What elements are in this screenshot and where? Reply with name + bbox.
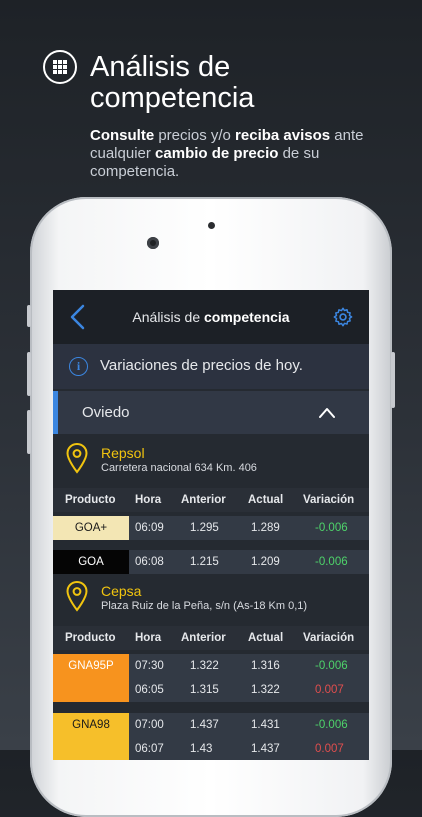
cell-hora: 06:07	[135, 743, 164, 755]
table-row[interactable]: GOA 06:08 1.215 1.209 -0.006	[53, 550, 369, 574]
earpiece	[208, 222, 215, 229]
city-label: Oviedo	[82, 404, 130, 421]
page-subtitle: Consulte precios y/o reciba avisos ante …	[90, 127, 390, 181]
map-pin-icon	[66, 442, 88, 474]
station-name: Cepsa	[101, 583, 142, 599]
column-header: Producto	[65, 632, 116, 644]
map-pin-icon	[66, 580, 88, 612]
info-icon: i	[69, 357, 88, 376]
cell-variacion: -0.006	[315, 719, 348, 731]
city-accent-bar	[53, 391, 58, 434]
column-header: Anterior	[181, 494, 226, 506]
nav-title: Análisis de competencia	[132, 309, 290, 325]
column-header: Actual	[248, 632, 284, 644]
cell-actual: 1.431	[251, 719, 280, 731]
product-badge	[53, 678, 129, 702]
column-header: Variación	[303, 632, 355, 644]
volume-down-button	[27, 410, 31, 454]
cell-hora: 06:08	[135, 556, 164, 568]
cell-anterior: 1.437	[190, 719, 219, 731]
app-screen: Análisis de competencia i Variaciones de…	[53, 290, 369, 760]
product-badge	[53, 737, 129, 760]
cell-variacion: -0.006	[315, 522, 348, 534]
subtitle-fragment: precios y/o	[154, 127, 236, 144]
table-header: Producto Hora Anterior Actual Variación	[53, 626, 369, 650]
cell-actual: 1.322	[251, 684, 280, 696]
table-row[interactable]: GNA95P 07:30 1.322 1.316 -0.006	[53, 654, 369, 678]
info-banner: i Variaciones de precios de hoy.	[53, 344, 369, 389]
cell-actual: 1.316	[251, 660, 280, 672]
column-header: Hora	[135, 632, 162, 644]
nav-bar: Análisis de competencia	[53, 290, 369, 344]
cell-hora: 07:00	[135, 719, 164, 731]
table-header: Producto Hora Anterior Actual Variación	[53, 488, 369, 512]
column-header: Hora	[135, 494, 162, 506]
cell-hora: 06:05	[135, 684, 164, 696]
column-header: Variación	[303, 494, 355, 506]
table-row[interactable]: 06:05 1.315 1.322 0.007	[53, 678, 369, 702]
column-header: Anterior	[181, 632, 226, 644]
cell-variacion: -0.006	[315, 660, 348, 672]
cell-variacion: 0.007	[315, 684, 344, 696]
cell-actual: 1.437	[251, 743, 280, 755]
product-badge: GOA	[53, 550, 129, 574]
front-camera	[147, 237, 159, 249]
column-header: Producto	[65, 494, 116, 506]
table-row[interactable]: GNA98 07:00 1.437 1.431 -0.006	[53, 713, 369, 737]
cell-anterior: 1.43	[190, 743, 213, 755]
mute-switch	[27, 305, 31, 327]
station-address: Carretera nacional 634 Km. 406	[101, 462, 257, 474]
table-row[interactable]: GOA+ 06:09 1.295 1.289 -0.006	[53, 516, 369, 540]
cell-anterior: 1.215	[190, 556, 219, 568]
product-badge: GNA95P	[53, 654, 129, 678]
column-header: Actual	[248, 494, 284, 506]
cell-anterior: 1.295	[190, 522, 219, 534]
cell-hora: 06:09	[135, 522, 164, 534]
table-row[interactable]: 06:07 1.43 1.437 0.007	[53, 737, 369, 760]
cell-actual: 1.209	[251, 556, 280, 568]
cell-anterior: 1.322	[190, 660, 219, 672]
chevron-up-icon[interactable]	[319, 405, 335, 421]
cell-actual: 1.289	[251, 522, 280, 534]
info-text: Variaciones de precios de hoy.	[100, 357, 303, 374]
page-title: Análisis de competencia	[90, 51, 255, 114]
cell-anterior: 1.315	[190, 684, 219, 696]
subtitle-fragment: reciba avisos	[235, 127, 331, 144]
subtitle-fragment: cambio de precio	[155, 145, 279, 162]
product-badge: GOA+	[53, 516, 129, 540]
station-address: Plaza Ruiz de la Peña, s/n (As-18 Km 0,1…	[101, 600, 308, 612]
station-name: Repsol	[101, 445, 145, 461]
cell-variacion: -0.006	[315, 556, 348, 568]
cell-hora: 07:30	[135, 660, 164, 672]
cell-variacion: 0.007	[315, 743, 344, 755]
product-badge: GNA98	[53, 713, 129, 737]
subtitle-fragment: Consulte	[90, 127, 155, 144]
volume-up-button	[27, 352, 31, 396]
power-button	[391, 352, 395, 408]
city-section-header[interactable]: Oviedo	[53, 391, 369, 434]
gear-icon[interactable]	[332, 306, 354, 328]
grid-icon	[43, 50, 77, 84]
